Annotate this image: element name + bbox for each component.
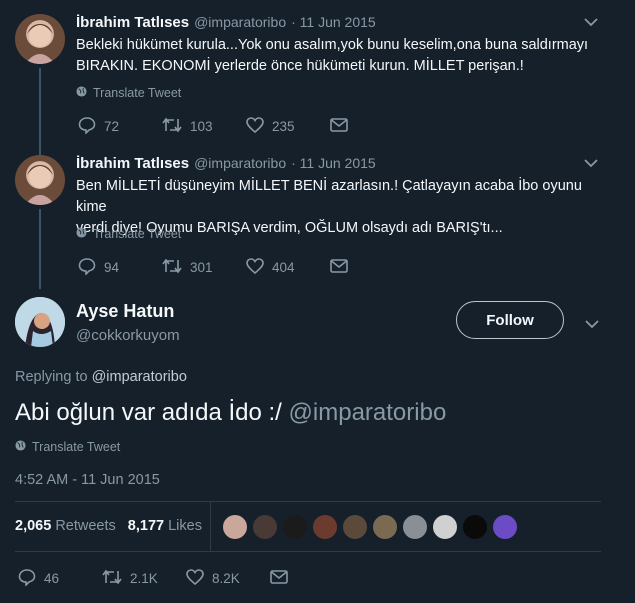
like-icon (186, 569, 204, 588)
reply-count: 72 (104, 119, 120, 134)
mail-icon (330, 259, 348, 276)
divider (210, 501, 211, 551)
retweet-total: 2,065 (15, 518, 52, 534)
retweet-count: 103 (190, 119, 213, 134)
liker-avatar[interactable] (312, 514, 338, 540)
divider (15, 501, 601, 502)
follow-button[interactable]: Follow (456, 301, 564, 339)
translate-tweet-link[interactable]: Translate Tweet (76, 86, 181, 100)
globe-icon (76, 86, 87, 100)
like-button[interactable]: 404 (246, 258, 330, 277)
reply-icon (78, 257, 96, 278)
liker-avatar[interactable] (342, 514, 368, 540)
divider (15, 551, 601, 552)
like-total: 8,177 (127, 518, 165, 534)
liker-avatar[interactable] (222, 514, 248, 540)
like-icon (246, 258, 264, 277)
retweet-icon (162, 117, 182, 136)
liker-avatar[interactable] (462, 514, 488, 540)
reply-count: 94 (104, 260, 120, 275)
like-icon (246, 117, 264, 136)
liker-avatar[interactable] (402, 514, 428, 540)
retweets-stat[interactable]: 2,065 Retweets (15, 518, 116, 534)
retweet-count: 301 (190, 260, 213, 275)
mail-icon (270, 570, 288, 587)
engagement-stats: 2,065 Retweets 8,177 Likes (15, 518, 202, 534)
reply-button[interactable]: 94 (78, 257, 162, 278)
chevron-down-icon[interactable] (584, 14, 598, 30)
reply-icon (18, 568, 36, 589)
thread-line (39, 209, 41, 289)
retweet-button[interactable]: 103 (162, 117, 246, 136)
tweet-main-body: Abi oğlun var adıda İdo :/ (15, 399, 282, 426)
dm-button[interactable] (330, 259, 414, 276)
tweet-date[interactable]: · 11 Jun 2015 (291, 155, 376, 171)
reply-button[interactable]: 72 (78, 116, 162, 137)
likes-stat[interactable]: 8,177 Likes (128, 518, 202, 534)
chevron-down-icon[interactable] (585, 316, 599, 332)
mail-icon (330, 118, 348, 135)
avatar[interactable] (15, 155, 65, 205)
liker-avatar[interactable] (432, 514, 458, 540)
author-handle[interactable]: @imparatoribo (194, 14, 286, 30)
liker-avatar[interactable] (252, 514, 278, 540)
translate-label[interactable]: Translate Tweet (93, 86, 181, 100)
liker-avatar[interactable] (372, 514, 398, 540)
retweet-icon (102, 569, 122, 588)
like-count: 404 (272, 260, 295, 275)
like-count: 235 (272, 119, 295, 134)
follow-label[interactable]: Follow (486, 312, 534, 329)
replying-to: Replying to @imparatoribo (15, 369, 187, 385)
avatar[interactable] (15, 14, 65, 64)
tweet-text-line: Ben MİLLETİ düşüneyim MİLLET BENİ azarla… (76, 178, 582, 215)
author-name[interactable]: İbrahim Tatlıses (76, 155, 189, 172)
replying-prefix: Replying to (15, 369, 88, 385)
liker-avatar[interactable] (492, 514, 518, 540)
likers-avatars (222, 514, 518, 540)
like-button[interactable]: 8.2K (186, 569, 270, 588)
tweet-timestamp[interactable]: 4:52 AM - 11 Jun 2015 (15, 472, 160, 488)
retweet-button[interactable]: 2.1K (102, 569, 186, 588)
translate-tweet-link[interactable]: Translate Tweet (76, 227, 181, 241)
tweet-date[interactable]: · 11 Jun 2015 (291, 14, 376, 30)
tweet-text: Bekleki hükümet kurula...Yok onu asalım,… (76, 35, 606, 77)
translate-label[interactable]: Translate Tweet (93, 227, 181, 241)
author-name[interactable]: Ayse Hatun (76, 301, 180, 322)
replying-handle-link[interactable]: @imparatoribo (92, 369, 187, 385)
chevron-down-icon[interactable] (584, 155, 598, 171)
tweet-text-line: Bekleki hükümet kurula...Yok onu asalım,… (76, 37, 589, 53)
retweet-button[interactable]: 301 (162, 258, 246, 277)
tweet-text-line: BIRAKIN. EKONOMİ yerlerde önce hükümeti … (76, 58, 524, 74)
reply-icon (78, 116, 96, 137)
mention-link[interactable]: @imparatoribo (289, 399, 447, 426)
reply-count: 46 (44, 571, 60, 586)
like-stat-label: Likes (168, 518, 202, 534)
author-handle[interactable]: @imparatoribo (194, 155, 286, 171)
like-button[interactable]: 235 (246, 117, 330, 136)
thread-line (39, 68, 41, 156)
retweet-icon (162, 258, 182, 277)
tweet-main-text: Abi oğlun var adıda İdo :/ @imparatoribo (15, 399, 446, 427)
dm-button[interactable] (270, 570, 354, 587)
translate-label[interactable]: Translate Tweet (32, 440, 120, 454)
avatar[interactable] (15, 297, 65, 347)
liker-avatar[interactable] (282, 514, 308, 540)
author-handle[interactable]: @cokkorkuyom (76, 327, 180, 344)
retweet-stat-label: Retweets (55, 518, 116, 534)
dm-button[interactable] (330, 118, 414, 135)
reply-button[interactable]: 46 (18, 568, 102, 589)
author-name[interactable]: İbrahim Tatlıses (76, 14, 189, 31)
translate-tweet-link[interactable]: Translate Tweet (15, 440, 120, 454)
retweet-count: 2.1K (130, 571, 158, 586)
globe-icon (15, 440, 26, 454)
globe-icon (76, 227, 87, 241)
like-count: 8.2K (212, 571, 240, 586)
